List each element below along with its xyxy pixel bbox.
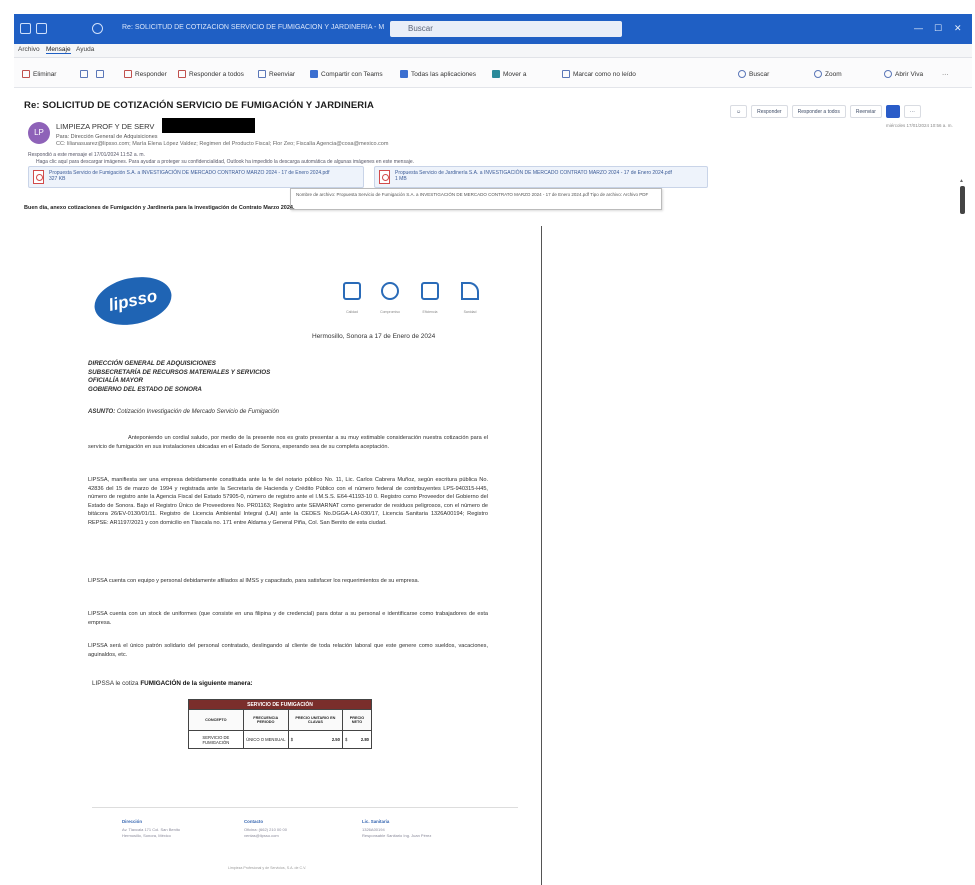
- move-icon: [96, 70, 104, 78]
- find-button[interactable]: Buscar: [738, 68, 769, 80]
- table-header: CONCEPTO: [188, 709, 244, 731]
- footer-divider: [92, 807, 518, 808]
- reply-all-icon: [178, 70, 186, 78]
- letter-paragraph: Anteponiendo un cordial saludo, por medi…: [88, 435, 488, 450]
- letter-paragraph: LIPSSA, manifiesta ser una empresa debid…: [88, 477, 488, 526]
- teams-icon: [310, 70, 318, 78]
- unread-icon: [562, 70, 570, 78]
- zoom-icon: [814, 70, 822, 78]
- menu-help[interactable]: Ayuda: [76, 46, 94, 53]
- redaction-box: [162, 118, 255, 133]
- offer-line: LIPSSA le cotiza FUMIGACIÓN de la siguie…: [92, 680, 253, 687]
- scrollbar-thumb[interactable]: [960, 186, 965, 214]
- page-divider: [541, 226, 542, 885]
- archive-icon: [80, 70, 88, 78]
- viva-button[interactable]: Abrir Viva: [884, 68, 923, 80]
- search-icon: [738, 70, 746, 78]
- scroll-up-arrow[interactable]: ▲: [959, 178, 964, 184]
- message-actions: ☺ Responder Responder a todos Reenviar ·…: [730, 104, 921, 118]
- table-row: SERVICIO DE FUMIGACIÓN ÚNICO O MENSUAL $…: [188, 730, 372, 749]
- attachment-tooltip: Nombre de archivo: Propuesta Servicio de…: [290, 188, 662, 210]
- zoom-button[interactable]: Zoom: [814, 68, 842, 80]
- more-button[interactable]: ···: [942, 68, 949, 80]
- pdf-icon: [33, 170, 44, 184]
- scanned-document: lipsso Calidad Compromiso Eficiencia San…: [52, 232, 540, 885]
- undo-icon[interactable]: [92, 23, 103, 34]
- reply-icon: [124, 70, 132, 78]
- message-header: Re: SOLICITUD DE COTIZACIÓN SERVICIO DE …: [14, 88, 972, 230]
- attachment-name: Propuesta Servicio de Jardinería S.A. a …: [395, 170, 672, 176]
- letter-addressee: DIRECCIÓN GENERAL DE ADQUISICIONES SUBSE…: [88, 360, 271, 393]
- page-footer: Limpieza Profesional y de Servicios, S.A…: [228, 866, 307, 870]
- footer-address: Dirección Av. Tlaxcala 171 Col. San Beni…: [122, 819, 181, 838]
- attachment-fumigation[interactable]: Propuesta Servicio de Fumigación S.A. a …: [28, 166, 364, 188]
- more-icon: ···: [942, 70, 949, 78]
- footer-license: Lic. Sanitaria 1326A00194 Responsable Sa…: [362, 819, 432, 838]
- all-apps-button[interactable]: Todas las aplicaciones: [400, 68, 476, 80]
- attachment-gardening[interactable]: Propuesta Servicio de Jardinería S.A. a …: [374, 166, 708, 188]
- apps-icon: [400, 70, 408, 78]
- attachment-name: Propuesta Servicio de Fumigación S.A. a …: [49, 170, 330, 176]
- window-titlebar: Re: SOLICITUD DE COTIZACION SERVICIO DE …: [14, 14, 972, 44]
- menu-message[interactable]: Mensaje: [46, 46, 71, 54]
- emoji-react-button[interactable]: ☺: [730, 104, 748, 118]
- pdf-icon: [379, 170, 390, 184]
- company-logo: lipsso: [90, 270, 176, 332]
- reply-info: Respondió a este mensaje el 17/01/2024 1…: [28, 152, 145, 158]
- delete-button[interactable]: Eliminar: [22, 68, 56, 80]
- maximize-button[interactable]: ☐: [934, 23, 942, 34]
- table-header: FRECUENCIA PERIODO: [242, 709, 289, 731]
- message-subject: Re: SOLICITUD DE COTIZACIÓN SERVICIO DE …: [24, 100, 374, 111]
- mark-unread-button[interactable]: Marcar como no leído: [562, 68, 636, 80]
- ribbon-toolbar: Eliminar Responder Responder a todos Ree…: [14, 58, 972, 88]
- reply-button[interactable]: Responder: [124, 68, 167, 80]
- message-timestamp: miércoles 17/01/2024 10:56 a. m.: [886, 123, 953, 128]
- forward-button[interactable]: Reenviar: [258, 68, 295, 80]
- attachment-size: 1 MB: [395, 176, 407, 182]
- reply-all-button[interactable]: Responder a todos: [178, 68, 244, 80]
- teams-share-button[interactable]: [885, 104, 900, 118]
- folder-icon: [492, 70, 500, 78]
- attachment-size: 327 KB: [49, 176, 66, 182]
- move-quick-button[interactable]: [96, 68, 104, 80]
- letter-date: Hermosillo, Sonora a 17 de Enero de 2024: [312, 333, 436, 340]
- letter-subject: ASUNTO: Cotización Investigación de Merc…: [88, 409, 279, 415]
- price-table-title: SERVICIO DE FUMIGACIÓN: [188, 699, 372, 710]
- window-title: Re: SOLICITUD DE COTIZACION SERVICIO DE …: [122, 24, 384, 31]
- sender-name[interactable]: LIMPIEZA PROF Y DE SERV: [56, 122, 154, 131]
- letter-paragraph: LIPSSA será el único patrón solidario de…: [88, 643, 488, 658]
- price-table: SERVICIO DE FUMIGACIÓN CONCEPTO FRECUENC…: [188, 699, 373, 749]
- viva-icon: [884, 70, 892, 78]
- minimize-button[interactable]: —: [914, 23, 923, 33]
- cert-badge: Sanidad: [460, 282, 480, 314]
- message-body-text: Buen día, anexo cotizaciones de Fumigaci…: [24, 205, 295, 211]
- cc-line: CC: lilianasuarez@lipsso.com; María Elen…: [56, 141, 389, 147]
- cert-badge: Calidad: [342, 282, 362, 314]
- table-header: PRECIO UNITARIO EN CLAVAS: [287, 709, 343, 731]
- more-actions-button[interactable]: ···: [903, 104, 921, 118]
- delete-icon: [22, 70, 30, 78]
- menu-file[interactable]: Archivo: [18, 46, 40, 53]
- footer-contact: Contacto Oficina: (662) 210 00 00 ventas…: [244, 819, 287, 838]
- cert-badge: Compromiso: [380, 282, 400, 314]
- avatar[interactable]: LP: [28, 122, 50, 144]
- close-button[interactable]: ✕: [954, 23, 962, 34]
- archive-button[interactable]: [80, 68, 88, 80]
- menu-bar: Archivo Mensaje Ayuda: [14, 44, 972, 58]
- table-header: PRECIO NETO: [341, 709, 373, 731]
- letter-paragraph: LIPSSA cuenta con equipo y personal debi…: [88, 578, 420, 584]
- cert-badge: Eficiencia: [420, 282, 440, 314]
- reply-all-action-button[interactable]: Responder a todos: [791, 104, 846, 118]
- forward-action-button[interactable]: Reenviar: [849, 104, 882, 118]
- search-input[interactable]: Buscar: [390, 21, 622, 37]
- download-images-info[interactable]: Haga clic aquí para descargar imágenes. …: [36, 159, 414, 165]
- forward-icon: [258, 70, 266, 78]
- letter-paragraph: LIPSSA cuenta con un stock de uniformes …: [88, 611, 488, 626]
- move-to-button[interactable]: Mover a: [492, 68, 526, 80]
- to-line: Para: Dirección General de Adquisiciones: [56, 134, 158, 140]
- outlook-icon: [20, 23, 31, 34]
- reply-action-button[interactable]: Responder: [751, 104, 788, 118]
- save-icon[interactable]: [36, 23, 47, 34]
- share-teams-button[interactable]: Compartir con Teams: [310, 68, 383, 80]
